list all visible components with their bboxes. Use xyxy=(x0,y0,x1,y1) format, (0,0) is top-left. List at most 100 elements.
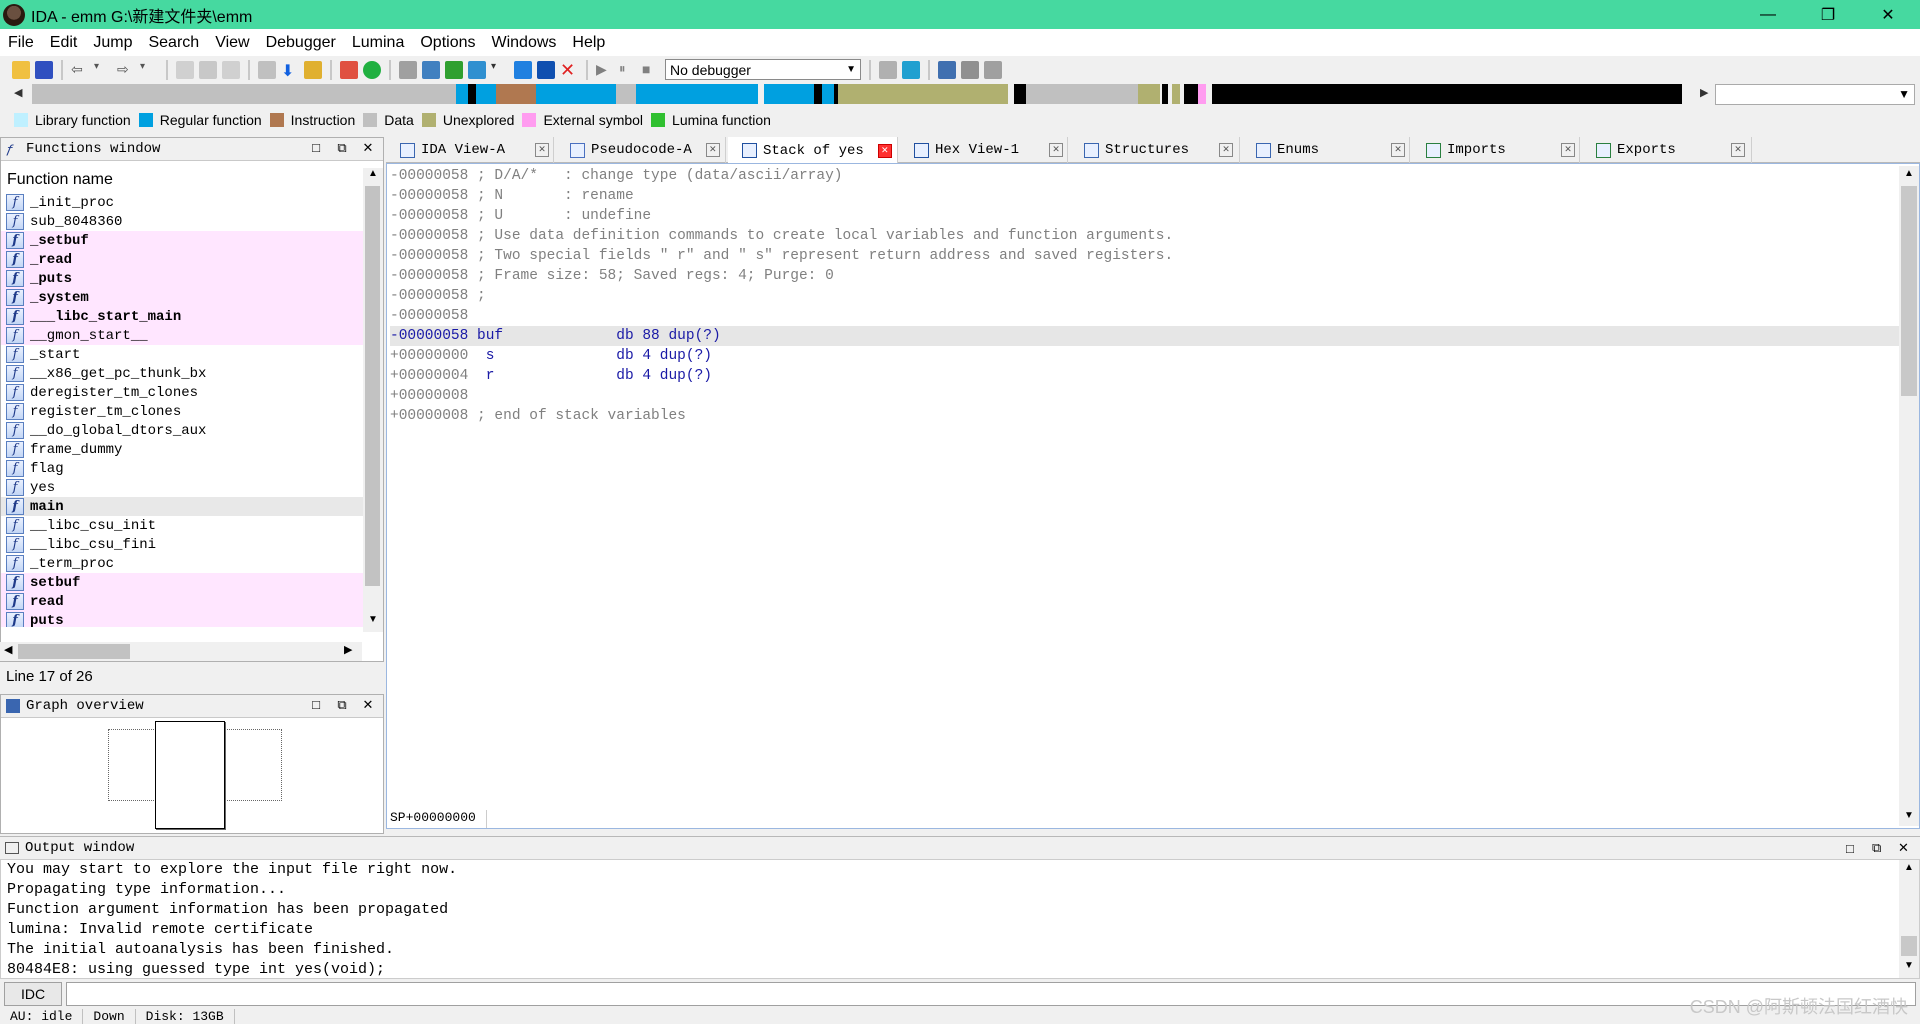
code-line[interactable]: -00000058 ; D/A/* : change type (data/as… xyxy=(390,166,1900,186)
graph-node-block[interactable] xyxy=(155,721,225,829)
tab-pseudocode-a[interactable]: Pseudocode-A ✕ xyxy=(556,137,726,163)
code-line[interactable]: -00000058 ; xyxy=(390,286,1900,306)
tab-close-icon[interactable]: ✕ xyxy=(1049,143,1063,157)
pause-icon[interactable]: ⏸ xyxy=(619,61,637,79)
plugin-icon[interactable] xyxy=(961,60,979,79)
functions-vertical-scrollbar[interactable]: ▲ ▼ xyxy=(363,168,383,632)
stack-view-editor[interactable]: -00000058 ; D/A/* : change type (data/as… xyxy=(386,163,1920,829)
code-line[interactable]: +00000000 s db 4 dup(?) xyxy=(390,346,1900,366)
idc-command-input[interactable] xyxy=(66,982,1916,1006)
maximize-panel-icon[interactable]: □ xyxy=(307,140,325,155)
function-list-item[interactable]: f _puts xyxy=(1,269,363,288)
function-list-item[interactable]: f sub_8048360 xyxy=(1,212,363,231)
run-play-icon[interactable]: ▶ xyxy=(596,61,614,79)
close-panel-icon[interactable]: ✕ xyxy=(1898,840,1909,856)
graph-icon[interactable] xyxy=(422,60,440,79)
scroll-up-icon[interactable]: ▲ xyxy=(1904,862,1914,873)
function-list-item[interactable]: f frame_dummy xyxy=(1,440,363,459)
scroll-right-icon[interactable]: ▶ xyxy=(344,643,352,656)
function-list-item[interactable]: f setbuf xyxy=(1,573,363,592)
idc-language-button[interactable]: IDC xyxy=(4,982,62,1006)
scroll-down-icon[interactable]: ▼ xyxy=(1904,960,1914,971)
back-arrow-icon[interactable]: ⇦ xyxy=(71,61,89,79)
tab-stack-of-yes[interactable]: Stack of yes ✕ xyxy=(728,137,898,164)
maximize-panel-icon[interactable]: □ xyxy=(307,697,325,712)
function-list-item[interactable]: f puts xyxy=(1,611,363,627)
tab-close-icon[interactable]: ✕ xyxy=(535,143,549,157)
scrollbar-thumb[interactable] xyxy=(18,644,130,659)
float-panel-icon[interactable]: ⧉ xyxy=(333,140,351,156)
menu-edit[interactable]: Edit xyxy=(42,34,86,52)
function-list-item[interactable]: f _read xyxy=(1,250,363,269)
stop-icon[interactable]: ■ xyxy=(642,61,660,79)
menu-help[interactable]: Help xyxy=(564,34,613,52)
next-search-icon[interactable] xyxy=(222,60,240,79)
output-window[interactable]: You may start to explore the input file … xyxy=(0,859,1920,979)
menu-options[interactable]: Options xyxy=(412,34,483,52)
nav-combo-select[interactable]: ▼ xyxy=(1715,84,1915,105)
function-list-item[interactable]: f yes xyxy=(1,478,363,497)
function-list-item[interactable]: f __gmon_start__ xyxy=(1,326,363,345)
scroll-up-icon[interactable]: ▲ xyxy=(1904,168,1914,179)
calculator-icon[interactable] xyxy=(399,60,417,79)
function-list-item[interactable]: f _setbuf xyxy=(1,231,363,250)
function-list-item[interactable]: f register_tm_clones xyxy=(1,402,363,421)
navigation-band[interactable] xyxy=(12,84,1698,104)
code-line[interactable]: -00000058 ; Frame size: 58; Saved regs: … xyxy=(390,266,1900,286)
code-line[interactable]: -00000058 xyxy=(390,306,1900,326)
mark-position-icon[interactable] xyxy=(304,60,322,79)
scrollbar-thumb[interactable] xyxy=(365,186,380,586)
tab-imports[interactable]: Imports ✕ xyxy=(1412,137,1580,163)
maximize-panel-icon[interactable]: □ xyxy=(1846,841,1854,856)
flow-chart-icon[interactable] xyxy=(468,60,486,79)
function-list-item[interactable]: f _term_proc xyxy=(1,554,363,573)
binary-search-icon[interactable] xyxy=(176,60,194,79)
minimize-button[interactable]: — xyxy=(1740,0,1796,29)
code-line[interactable]: +00000008 xyxy=(390,386,1900,406)
function-list-item[interactable]: f _start xyxy=(1,345,363,364)
text-search-icon[interactable] xyxy=(199,60,217,79)
menu-search[interactable]: Search xyxy=(140,34,207,52)
nav-right-arrow-icon[interactable]: ▶ xyxy=(1700,86,1708,99)
code-line[interactable]: -00000058 ; N : rename xyxy=(390,186,1900,206)
tab-ida-view-a[interactable]: IDA View-A ✕ xyxy=(386,137,554,163)
function-list-item[interactable]: f __libc_csu_init xyxy=(1,516,363,535)
hex-rays-icon[interactable] xyxy=(984,60,1002,79)
restore-button[interactable]: ❐ xyxy=(1800,0,1856,29)
code-line[interactable]: +00000004 r db 4 dup(?) xyxy=(390,366,1900,386)
code-line[interactable]: +00000008 ; end of stack variables xyxy=(390,406,1900,426)
forward-dropdown-icon[interactable]: ▾ xyxy=(140,61,158,79)
tab-hex-view-1[interactable]: Hex View-1 ✕ xyxy=(900,137,1068,163)
code-line[interactable]: -00000058 buf db 88 dup(?) xyxy=(390,326,1900,346)
menu-lumina[interactable]: Lumina xyxy=(344,34,412,52)
tab-close-icon[interactable]: ✕ xyxy=(877,143,892,158)
scroll-left-icon[interactable]: ◀ xyxy=(4,643,12,656)
menu-debugger[interactable]: Debugger xyxy=(258,34,344,52)
code-line[interactable]: -00000058 ; Two special fields " r" and … xyxy=(390,246,1900,266)
menu-file[interactable]: File xyxy=(0,34,42,52)
function-list-item[interactable]: f _init_proc xyxy=(1,193,363,212)
status-green-icon[interactable] xyxy=(363,60,381,79)
tab-close-icon[interactable]: ✕ xyxy=(1391,143,1405,157)
cross-ref-icon[interactable] xyxy=(258,60,276,79)
edit-function-icon[interactable] xyxy=(537,60,555,79)
function-name-column-header[interactable]: Function name xyxy=(1,168,361,192)
menu-windows[interactable]: Windows xyxy=(483,34,564,52)
breakpoint-icon[interactable] xyxy=(514,60,532,79)
editor-vertical-scrollbar[interactable]: ▲ ▼ xyxy=(1899,166,1919,826)
tab-close-icon[interactable]: ✕ xyxy=(1561,143,1575,157)
scroll-down-icon[interactable]: ▼ xyxy=(1904,810,1914,821)
menu-view[interactable]: View xyxy=(207,34,257,52)
open-folder-icon[interactable] xyxy=(12,60,30,79)
refresh-icon[interactable] xyxy=(902,60,920,79)
jump-down-arrow-icon[interactable]: ⬇ xyxy=(281,61,299,80)
function-list-item[interactable]: f ___libc_start_main xyxy=(1,307,363,326)
float-panel-icon[interactable]: ⧉ xyxy=(1872,840,1881,856)
menu-jump[interactable]: Jump xyxy=(85,34,140,52)
scroll-up-icon[interactable]: ▲ xyxy=(368,168,378,179)
code-line[interactable]: -00000058 ; U : undefine xyxy=(390,206,1900,226)
functions-horizontal-scrollbar[interactable]: ◀ ▶ xyxy=(0,642,362,661)
forward-arrow-icon[interactable]: ⇨ xyxy=(117,61,135,79)
debugger-select[interactable]: No debugger ▼ xyxy=(665,59,861,80)
close-button[interactable]: ✕ xyxy=(1860,0,1916,29)
